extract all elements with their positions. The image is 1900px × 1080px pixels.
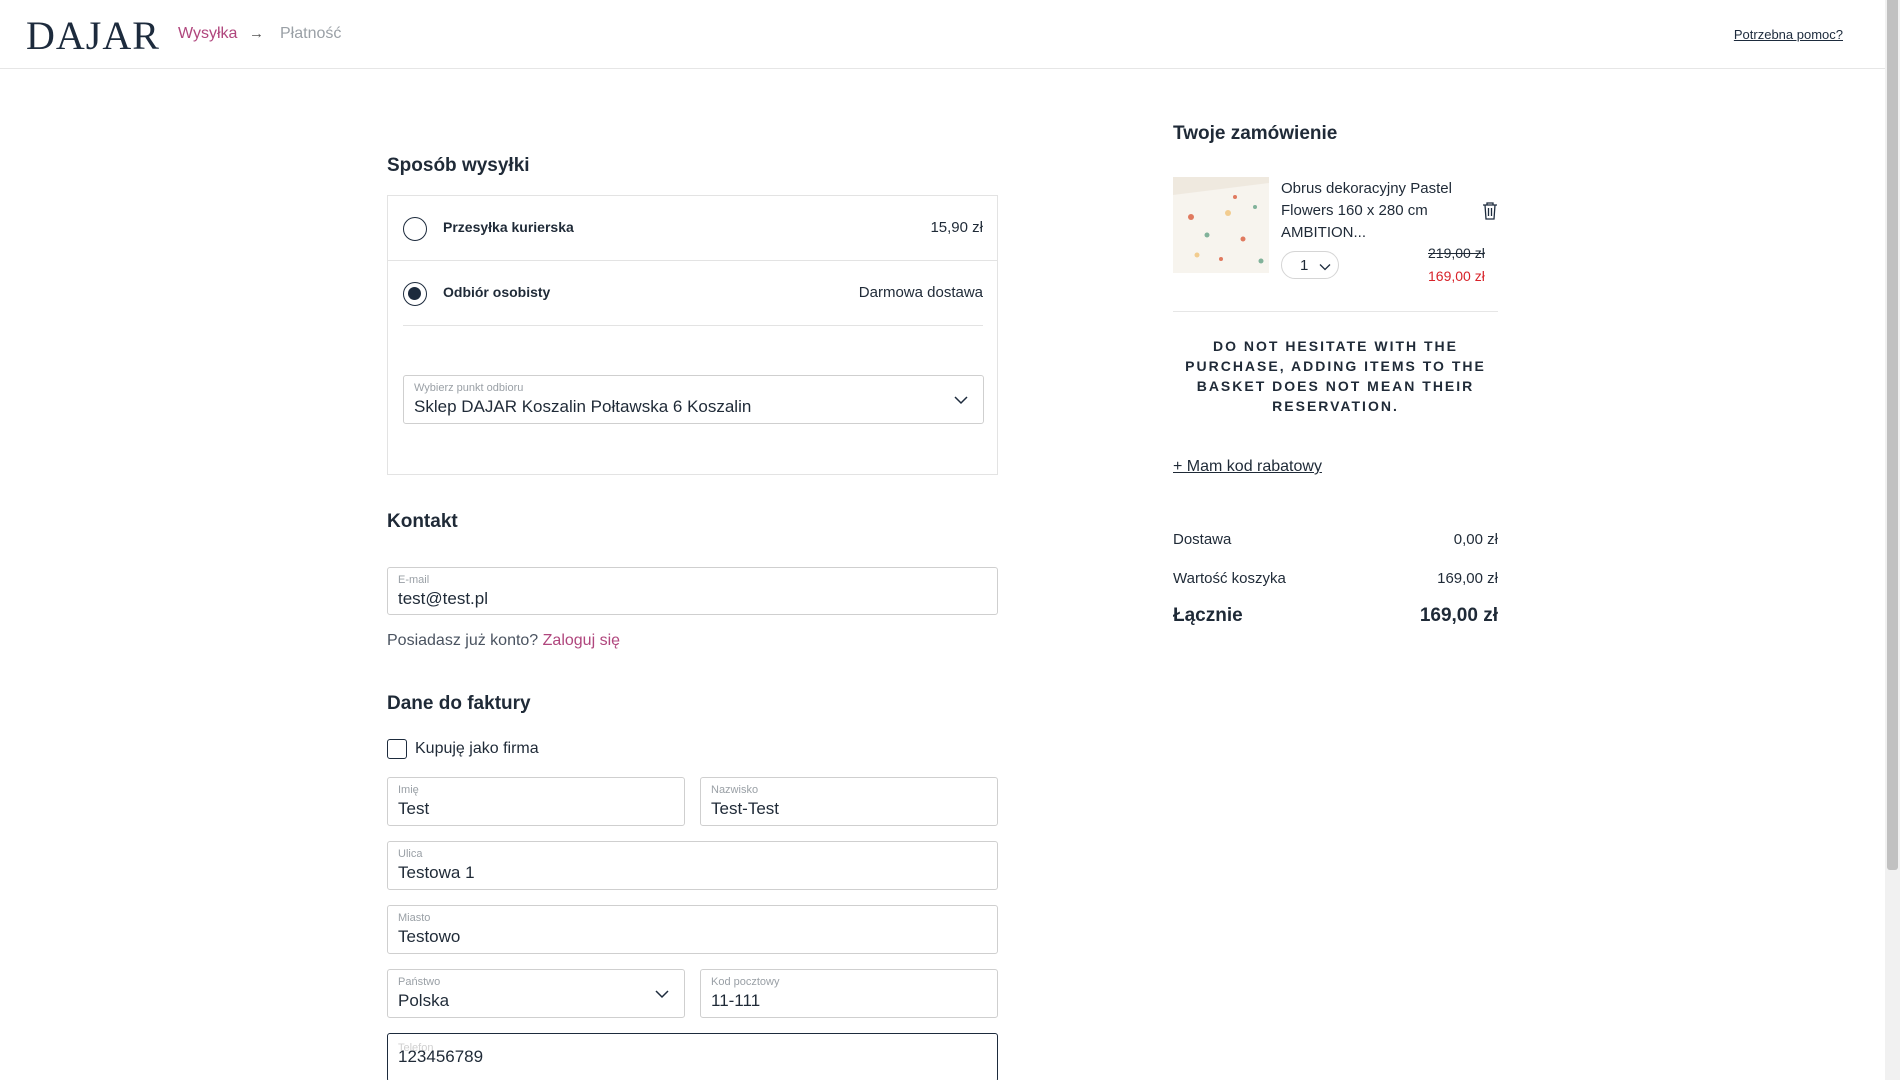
total-value: 169,00 zł bbox=[1419, 605, 1498, 626]
login-prompt: Posiadasz już konto? Zaloguj się bbox=[387, 632, 620, 650]
chevron-down-icon bbox=[1319, 264, 1331, 271]
shipping-option-pickup[interactable]: Odbiór osobisty Darmowa dostawa bbox=[403, 261, 983, 326]
postcode-field[interactable]: Kod pocztowy 11-111 bbox=[700, 969, 998, 1018]
phone-value: 123456789 bbox=[398, 1047, 484, 1066]
pickup-point-label: Wybierz punkt odbioru bbox=[414, 382, 524, 394]
courier-price: 15,90 zł bbox=[930, 219, 983, 236]
country-select[interactable]: Państwo Polska bbox=[387, 969, 685, 1018]
help-link[interactable]: Potrzebna pomoc? bbox=[1734, 27, 1843, 42]
street-value: Testowa 1 bbox=[398, 863, 475, 882]
email-field[interactable]: E-mail test@test.pl bbox=[387, 567, 998, 615]
divider bbox=[1173, 311, 1498, 312]
login-prompt-text: Posiadasz już konto? bbox=[387, 632, 539, 649]
postcode-label: Kod pocztowy bbox=[711, 976, 780, 988]
shipping-title: Sposób wysyłki bbox=[387, 155, 530, 176]
country-value: Polska bbox=[398, 991, 450, 1010]
arrow-right-icon: → bbox=[249, 25, 264, 42]
reservation-notice: DO NOT HESITATE WITH THE PURCHASE, ADDIN… bbox=[1185, 338, 1486, 414]
phone-field[interactable]: Telefon 123456789 bbox=[387, 1033, 998, 1080]
tablecloth-image bbox=[1173, 177, 1269, 273]
country-label: Państwo bbox=[398, 976, 441, 988]
breadcrumb-step-shipping[interactable]: Wysyłka bbox=[178, 25, 237, 43]
pickup-point-select[interactable]: Wybierz punkt odbioru Sklep DAJAR Koszal… bbox=[403, 375, 984, 424]
pickup-price: Darmowa dostawa bbox=[858, 284, 983, 301]
quantity-select[interactable]: 1 bbox=[1281, 251, 1339, 279]
summary-row-total: Łącznie 169,00 zł bbox=[1173, 605, 1498, 627]
header: DAJAR Wysyłka → Płatność Potrzebna pomoc… bbox=[0, 0, 1885, 69]
shipping-options: Przesyłka kurierska 15,90 zł Odbiór osob… bbox=[387, 195, 998, 475]
product-name[interactable]: Obrus dekoracyjny Pastel Flowers 160 x 2… bbox=[1281, 178, 1461, 244]
last-name-label: Nazwisko bbox=[711, 784, 759, 796]
delivery-label: Dostawa bbox=[1173, 531, 1232, 548]
email-value: test@test.pl bbox=[398, 589, 489, 608]
summary-row-cart-value: Wartość koszyka 169,00 zł bbox=[1173, 570, 1498, 587]
total-label: Łącznie bbox=[1173, 605, 1243, 626]
scrollbar[interactable] bbox=[1885, 0, 1900, 1080]
promo-code-link[interactable]: + Mam kod rabatowy bbox=[1173, 458, 1322, 476]
order-title: Twoje zamówienie bbox=[1173, 123, 1338, 144]
pickup-point-value: Sklep DAJAR Koszalin Połtawska 6 Koszali… bbox=[414, 397, 752, 416]
pickup-radio[interactable] bbox=[403, 282, 427, 306]
email-label: E-mail bbox=[398, 574, 430, 586]
logo[interactable]: DAJAR bbox=[26, 12, 160, 59]
quantity-value: 1 bbox=[1300, 257, 1309, 274]
company-checkbox[interactable] bbox=[387, 739, 407, 759]
courier-label: Przesyłka kurierska bbox=[443, 219, 574, 235]
product-image[interactable] bbox=[1173, 177, 1269, 273]
last-name-value: Test-Test bbox=[711, 799, 780, 818]
login-link[interactable]: Zaloguj się bbox=[543, 632, 620, 649]
postcode-value: 11-111 bbox=[711, 991, 761, 1010]
sale-price: 169,00 zł bbox=[1428, 268, 1485, 284]
company-checkbox-label[interactable]: Kupuję jako firma bbox=[415, 740, 539, 758]
city-value: Testowo bbox=[398, 927, 461, 946]
first-name-value: Test bbox=[398, 799, 430, 818]
courier-radio[interactable] bbox=[403, 217, 427, 241]
cart-value-value: 169,00 zł bbox=[1437, 570, 1498, 587]
cart-value-label: Wartość koszyka bbox=[1173, 570, 1286, 587]
contact-title: Kontakt bbox=[387, 511, 458, 532]
first-name-label: Imię bbox=[398, 784, 419, 796]
street-field[interactable]: Ulica Testowa 1 bbox=[387, 841, 998, 890]
breadcrumb-step-payment: Płatność bbox=[280, 25, 342, 42]
shipping-option-courier[interactable]: Przesyłka kurierska 15,90 zł bbox=[388, 196, 997, 261]
chevron-down-icon bbox=[954, 396, 968, 405]
invoice-title: Dane do faktury bbox=[387, 693, 531, 714]
summary-row-delivery: Dostawa 0,00 zł bbox=[1173, 531, 1498, 548]
street-label: Ulica bbox=[398, 848, 423, 860]
trash-icon[interactable] bbox=[1482, 202, 1498, 220]
delivery-value: 0,00 zł bbox=[1453, 531, 1498, 548]
scrollbar-thumb[interactable] bbox=[1887, 0, 1898, 870]
city-label: Miasto bbox=[398, 912, 431, 924]
chevron-down-icon bbox=[655, 990, 669, 999]
city-field[interactable]: Miasto Testowo bbox=[387, 905, 998, 954]
pickup-label: Odbiór osobisty bbox=[443, 284, 551, 300]
last-name-field[interactable]: Nazwisko Test-Test bbox=[700, 777, 998, 826]
old-price: 219,00 zł bbox=[1428, 245, 1485, 261]
first-name-field[interactable]: Imię Test bbox=[387, 777, 685, 826]
